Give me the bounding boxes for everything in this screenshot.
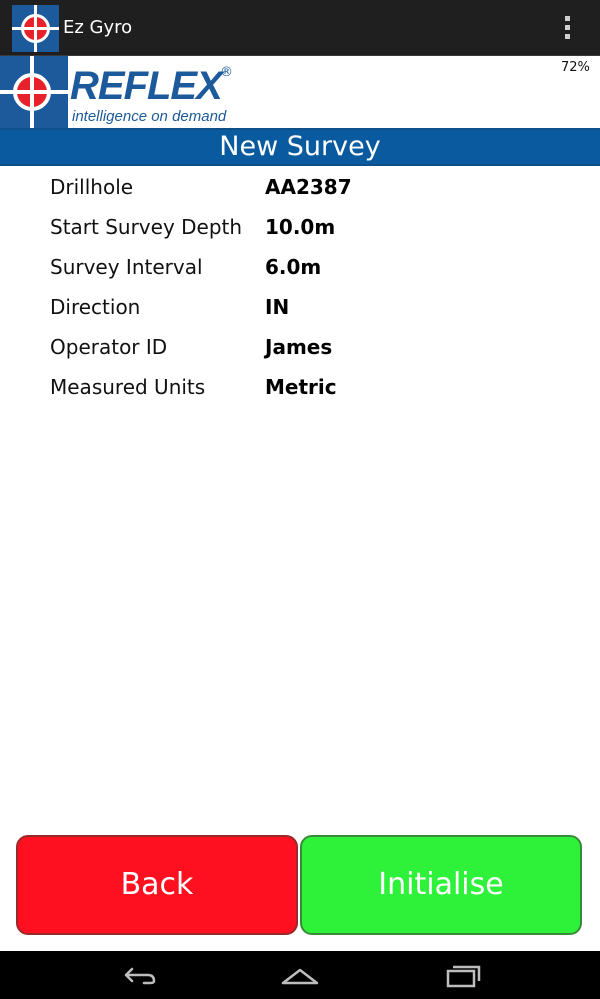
brand-header: REFLEX ® intelligence on demand 72% xyxy=(0,56,600,128)
field-label: Start Survey Depth xyxy=(50,215,243,239)
field-value: 10.0m xyxy=(265,215,336,239)
field-label: Direction xyxy=(50,295,141,319)
page-title: New Survey xyxy=(0,128,600,166)
field-value: James xyxy=(265,335,333,359)
field-value: AA2387 xyxy=(265,175,352,199)
nav-recents-icon[interactable] xyxy=(440,959,488,991)
field-start-survey-depth: Start Survey Depth 10.0m xyxy=(0,208,600,248)
survey-details: Drillhole AA2387 Start Survey Depth 10.0… xyxy=(0,168,600,408)
field-value: IN xyxy=(265,295,290,319)
brand-tagline: intelligence on demand xyxy=(72,108,227,125)
field-label: Drillhole xyxy=(50,175,134,199)
app-icon[interactable] xyxy=(12,5,59,52)
reflex-logo-icon xyxy=(0,56,68,128)
nav-back-icon[interactable] xyxy=(114,959,162,991)
system-nav-bar xyxy=(0,951,600,999)
back-button[interactable]: Back xyxy=(16,835,298,935)
registered-mark: ® xyxy=(220,65,233,80)
field-operator-id: Operator ID James xyxy=(0,328,600,368)
field-label: Operator ID xyxy=(50,335,168,359)
field-direction: Direction IN xyxy=(0,288,600,328)
overflow-menu-icon[interactable] xyxy=(556,14,580,42)
field-measured-units: Measured Units Metric xyxy=(0,368,600,408)
reflex-crosshair-icon xyxy=(12,5,59,52)
field-label: Survey Interval xyxy=(50,255,203,279)
action-bar: Ez Gyro xyxy=(0,0,600,56)
initialise-button[interactable]: Initialise xyxy=(300,835,582,935)
brand-logo-text: REFLEX xyxy=(70,64,223,108)
field-survey-interval: Survey Interval 6.0m xyxy=(0,248,600,288)
app-title: Ez Gyro xyxy=(63,17,133,38)
field-label: Measured Units xyxy=(50,375,206,399)
nav-home-icon[interactable] xyxy=(276,959,324,991)
field-value: Metric xyxy=(265,375,337,399)
field-value: 6.0m xyxy=(265,255,322,279)
field-drillhole: Drillhole AA2387 xyxy=(0,168,600,208)
battery-level: 72% xyxy=(561,60,590,75)
